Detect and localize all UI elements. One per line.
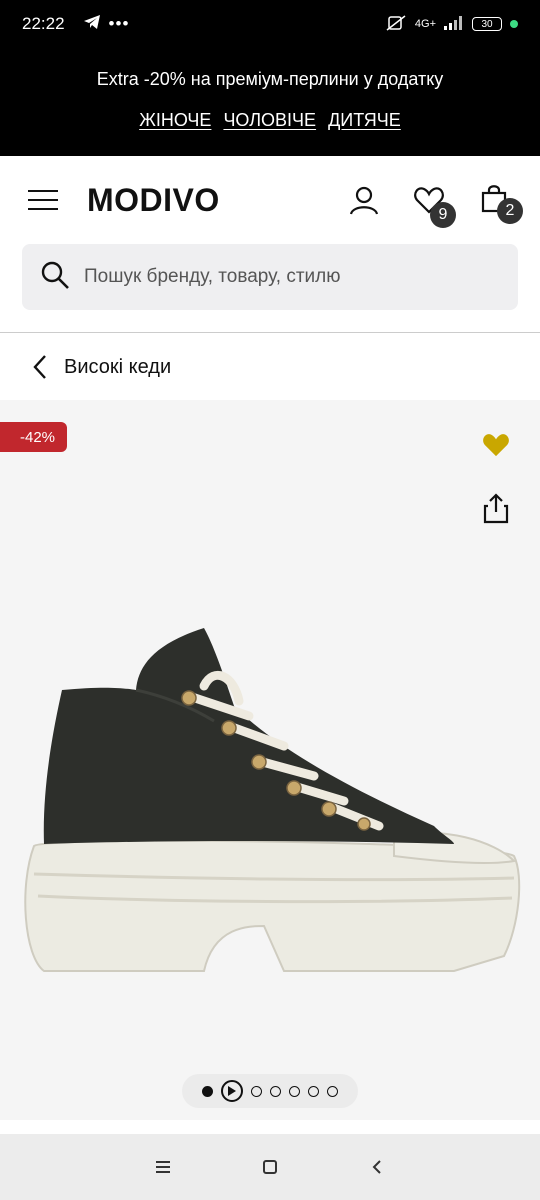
pager-dot[interactable]: [327, 1085, 338, 1097]
gallery-pager[interactable]: [182, 1074, 358, 1108]
signal-icon: [444, 15, 464, 33]
promo-banner[interactable]: Extra -20% на преміум-перлини у додатку …: [0, 48, 540, 156]
chevron-left-icon[interactable]: [30, 353, 50, 381]
pager-dot[interactable]: [270, 1085, 281, 1097]
product-image[interactable]: [14, 626, 526, 986]
wishlist-button[interactable]: 9: [414, 186, 456, 228]
promo-link-women[interactable]: ЖІНОЧЕ: [139, 110, 211, 131]
promo-link-men[interactable]: ЧОЛОВІЧЕ: [223, 110, 316, 131]
promo-text: Extra -20% на преміум-перлини у додатку: [96, 69, 444, 89]
recents-icon[interactable]: [151, 1155, 175, 1179]
pager-dot[interactable]: [308, 1085, 319, 1097]
site-header: MODIVO 9 2: [0, 156, 540, 244]
play-icon[interactable]: [221, 1080, 243, 1102]
battery-level: 30: [481, 18, 493, 30]
divider: [0, 332, 540, 333]
cart-count-badge: 2: [497, 198, 523, 224]
pager-dot[interactable]: [251, 1085, 262, 1097]
pager-dot[interactable]: [289, 1085, 300, 1097]
system-nav-bar: [0, 1134, 540, 1200]
cart-button[interactable]: 2: [480, 184, 523, 224]
breadcrumb: Високі кеди: [0, 334, 540, 400]
page-title: Високі кеди: [64, 355, 172, 378]
telegram-icon: [83, 14, 101, 35]
network-label: 4G+: [414, 18, 436, 30]
heart-filled-icon: [483, 434, 509, 457]
pager-dot[interactable]: [202, 1085, 213, 1097]
user-icon[interactable]: [348, 184, 382, 218]
logo[interactable]: MODIVO: [87, 182, 220, 219]
search-icon: [40, 260, 70, 295]
back-icon[interactable]: [365, 1155, 389, 1179]
status-bar: 22:22 ••• 4G+ 30: [0, 0, 540, 48]
menu-icon[interactable]: [28, 190, 60, 212]
promo-link-kids[interactable]: ДИТЯЧЕ: [328, 110, 401, 131]
privacy-indicator: [510, 20, 518, 28]
share-icon[interactable]: [482, 492, 510, 524]
search-placeholder: Пошук бренду, товару, стилю: [84, 266, 341, 287]
wishlist-count-badge: 9: [430, 202, 456, 228]
search-input[interactable]: Пошук бренду, товару, стилю: [22, 244, 518, 310]
more-icon: •••: [108, 14, 130, 33]
favorite-button[interactable]: [482, 432, 510, 458]
home-icon[interactable]: [258, 1155, 282, 1179]
product-gallery[interactable]: -42%: [0, 400, 540, 1120]
discount-badge: -42%: [0, 422, 68, 452]
mute-icon: [385, 14, 407, 34]
battery-icon: 30: [472, 17, 502, 31]
status-time: 22:22: [22, 14, 65, 33]
